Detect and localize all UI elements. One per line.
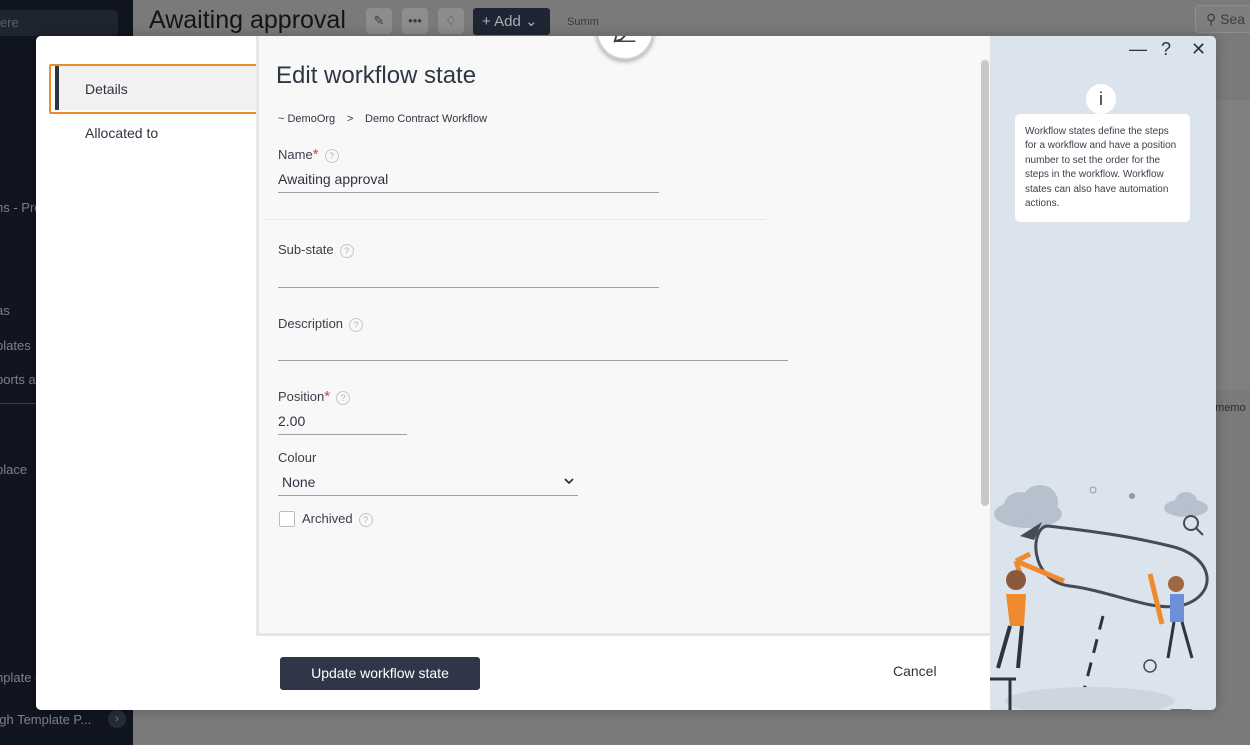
background-add-button: + Add ⌄ xyxy=(473,8,550,35)
position-label: Position*? xyxy=(278,388,351,405)
colour-select[interactable]: None xyxy=(282,474,315,490)
section-divider xyxy=(264,219,766,220)
info-text: Workflow states define the steps for a w… xyxy=(1015,114,1190,222)
background-sidebar-item: ports a xyxy=(0,372,36,387)
name-label: Name*? xyxy=(278,146,339,163)
edit-workflow-state-modal: Details Allocated to Edit workflow state… xyxy=(36,36,1216,710)
help-icon[interactable]: ? xyxy=(339,243,354,258)
modal-nav: Details Allocated to xyxy=(36,36,261,636)
minimize-icon[interactable]: — xyxy=(1129,39,1147,60)
breadcrumb-org[interactable]: ~ DemoOrg xyxy=(278,113,335,125)
name-input-underline xyxy=(278,192,659,193)
background-sidebar-item: as xyxy=(0,303,10,318)
breadcrumb-workflow[interactable]: Demo Contract Workflow xyxy=(365,113,487,125)
substate-input-underline xyxy=(278,287,659,288)
nav-item-allocated-to[interactable]: Allocated to xyxy=(85,125,158,141)
required-marker: * xyxy=(312,146,319,163)
substate-label: Sub-state? xyxy=(278,242,354,258)
workflow-illustration xyxy=(990,485,1209,710)
modal-form xyxy=(256,36,990,636)
update-workflow-state-button[interactable]: Update workflow state xyxy=(280,657,480,690)
breadcrumb-separator: > xyxy=(347,113,354,125)
modal-footer xyxy=(36,636,990,710)
background-summary-label: Summ xyxy=(567,16,599,28)
edit-badge xyxy=(596,36,654,60)
description-label: Description? xyxy=(278,316,364,332)
colour-select-underline xyxy=(278,495,578,496)
background-sidebar-search: ere xyxy=(0,10,118,36)
pencil-icon xyxy=(613,36,636,43)
nav-item-details-label[interactable]: Details xyxy=(85,81,128,97)
background-page-title: Awaiting approval xyxy=(149,6,346,34)
modal-title: Edit workflow state xyxy=(276,62,477,89)
tag-icon: ♢ xyxy=(438,8,464,34)
help-icon[interactable]: ? xyxy=(349,317,364,332)
required-marker: * xyxy=(324,388,331,405)
background-panel xyxy=(1215,100,1250,390)
info-icon: i xyxy=(1086,84,1116,114)
chevron-right-icon: › xyxy=(108,710,126,728)
help-icon[interactable]: ? xyxy=(336,390,351,405)
background-sidebar-item: plates xyxy=(0,338,31,353)
background-sidebar-item: ugh Template P... xyxy=(0,712,92,727)
nav-highlight xyxy=(49,64,261,114)
colour-label: Colour xyxy=(278,450,317,465)
position-input[interactable]: 2.00 xyxy=(278,413,305,429)
background-sidebar-divider xyxy=(0,403,36,404)
name-input[interactable]: Awaiting approval xyxy=(278,171,388,187)
cancel-button[interactable]: Cancel xyxy=(893,663,937,679)
info-panel: — ? ✕ i Workflow states define the steps… xyxy=(990,36,1216,710)
archived-checkbox[interactable] xyxy=(279,511,295,527)
background-sidebar-item: place xyxy=(0,462,28,477)
help-icon[interactable]: ? xyxy=(358,512,373,527)
chevron-down-icon[interactable] xyxy=(562,474,576,488)
archived-label: Archived? xyxy=(302,511,373,527)
more-icon: ••• xyxy=(402,8,428,34)
help-button[interactable]: ? xyxy=(1161,39,1171,60)
position-input-underline xyxy=(278,434,407,435)
help-icon[interactable]: ? xyxy=(324,148,339,163)
background-search: ⚲ Sea xyxy=(1195,5,1250,33)
pencil-icon: ✎ xyxy=(366,8,392,34)
description-input-underline xyxy=(278,360,788,361)
close-icon[interactable]: ✕ xyxy=(1191,39,1206,60)
form-scrollbar[interactable] xyxy=(981,60,989,506)
